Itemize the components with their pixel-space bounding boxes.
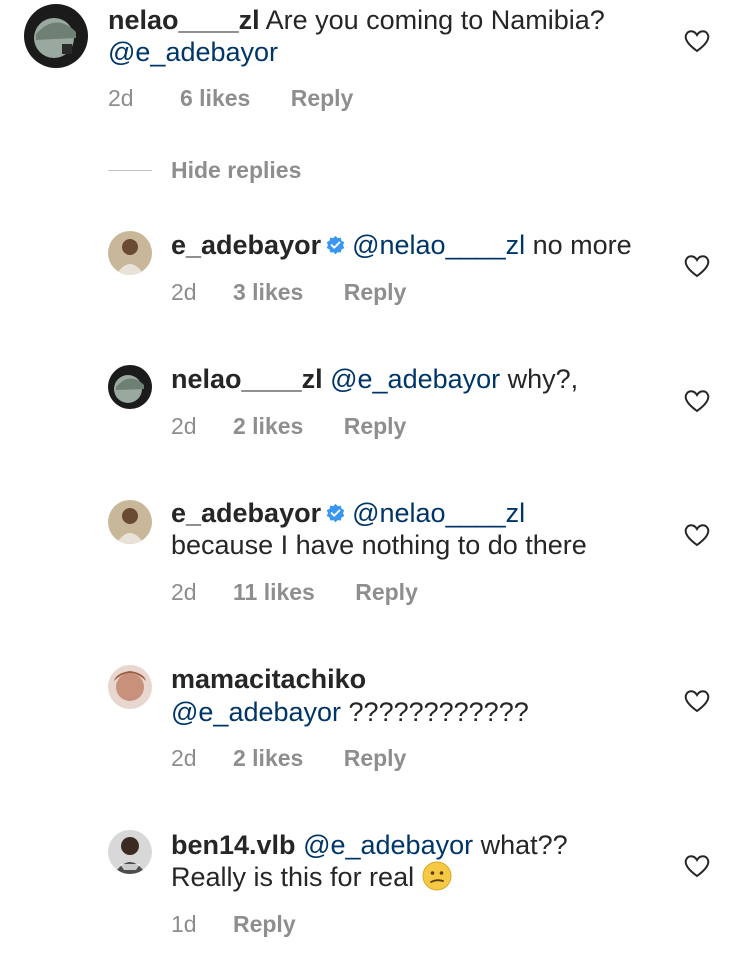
- heart-icon[interactable]: [684, 523, 710, 547]
- timestamp: 2d: [171, 413, 197, 439]
- comment-text-line2: @e_adebayor ????????????: [171, 696, 529, 729]
- likes-count[interactable]: 6 likes: [180, 84, 250, 112]
- likes-count[interactable]: 2 likes: [233, 412, 303, 440]
- verified-badge-icon: [325, 231, 346, 255]
- mention-link[interactable]: @nelao____zl: [352, 230, 525, 260]
- username[interactable]: ben14.vlb: [171, 830, 296, 860]
- mention-link[interactable]: @e_adebayor: [171, 697, 341, 727]
- mention-link[interactable]: @e_adebayor: [108, 37, 278, 67]
- reply-button[interactable]: Reply: [291, 84, 354, 112]
- reply-button[interactable]: Reply: [344, 412, 407, 440]
- verified-badge-icon: [325, 499, 346, 523]
- username[interactable]: nelao____zl: [108, 5, 260, 35]
- avatar[interactable]: [108, 500, 152, 544]
- avatar[interactable]: [108, 665, 152, 709]
- comment-text: e_adebayor @nelao____zl: [171, 497, 525, 530]
- username[interactable]: nelao____zl: [171, 364, 323, 394]
- likes-count[interactable]: 3 likes: [233, 278, 303, 306]
- heart-icon[interactable]: [684, 254, 710, 278]
- comment-text: ben14.vlb @e_adebayor what??: [171, 829, 568, 862]
- reply-button[interactable]: Reply: [344, 278, 407, 306]
- heart-icon[interactable]: [684, 689, 710, 713]
- likes-count[interactable]: 11 likes: [233, 578, 315, 606]
- heart-icon[interactable]: [684, 854, 710, 878]
- reply-button[interactable]: Reply: [355, 578, 418, 606]
- avatar[interactable]: [108, 365, 152, 409]
- comment-body: what??: [473, 830, 568, 860]
- username[interactable]: e_adebayor: [171, 498, 321, 528]
- comment-text: nelao____zl @e_adebayor why?,: [171, 363, 578, 396]
- mention-link[interactable]: @nelao____zl: [352, 498, 525, 528]
- avatar[interactable]: [108, 830, 152, 874]
- comment-meta: 1d Reply: [171, 910, 296, 938]
- heart-icon[interactable]: [684, 29, 710, 53]
- comment-meta: 2d 3 likes Reply: [171, 278, 406, 306]
- reply-button[interactable]: Reply: [233, 910, 296, 938]
- avatar[interactable]: [24, 4, 88, 68]
- mention-link[interactable]: @e_adebayor: [330, 364, 500, 394]
- username[interactable]: e_adebayor: [171, 230, 321, 260]
- timestamp: 2d: [171, 579, 197, 605]
- timestamp: 2d: [171, 745, 197, 771]
- comment-text-line2: Really is this for real: [171, 861, 452, 894]
- comment-text: e_adebayor @nelao____zl no more: [171, 229, 632, 262]
- timestamp: 2d: [108, 85, 134, 111]
- comment-meta: 2d 2 likes Reply: [171, 744, 406, 772]
- comment-text: mamacitachiko: [171, 663, 366, 696]
- mention-link[interactable]: @e_adebayor: [303, 830, 473, 860]
- timestamp: 2d: [171, 279, 197, 305]
- comment-body: no more: [525, 230, 632, 260]
- hide-replies-button[interactable]: Hide replies: [171, 156, 301, 184]
- comment-body: ????????????: [341, 697, 529, 727]
- comment-meta: 2d 6 likes Reply: [108, 84, 353, 112]
- comment-body: Really is this for real: [171, 862, 415, 892]
- comments-thread: nelao____zl Are you coming to Namibia? @…: [0, 0, 750, 955]
- confused-face-emoji: [422, 861, 452, 891]
- reply-button[interactable]: Reply: [344, 744, 407, 772]
- username[interactable]: mamacitachiko: [171, 664, 366, 694]
- comment-text-line2: @e_adebayor: [108, 36, 278, 69]
- divider: [108, 170, 152, 171]
- comment-body: Are you coming to Namibia?: [259, 5, 605, 35]
- comment-text-line2: because I have nothing to do there: [171, 529, 587, 562]
- comment-text: nelao____zl Are you coming to Namibia?: [108, 4, 605, 37]
- heart-icon[interactable]: [684, 389, 710, 413]
- avatar[interactable]: [108, 231, 152, 275]
- comment-meta: 2d 2 likes Reply: [171, 412, 406, 440]
- comment-body: why?,: [500, 364, 579, 394]
- timestamp: 1d: [171, 911, 197, 937]
- likes-count[interactable]: 2 likes: [233, 744, 303, 772]
- comment-body: because I have nothing to do there: [171, 530, 587, 560]
- comment-meta: 2d 11 likes Reply: [171, 578, 418, 606]
